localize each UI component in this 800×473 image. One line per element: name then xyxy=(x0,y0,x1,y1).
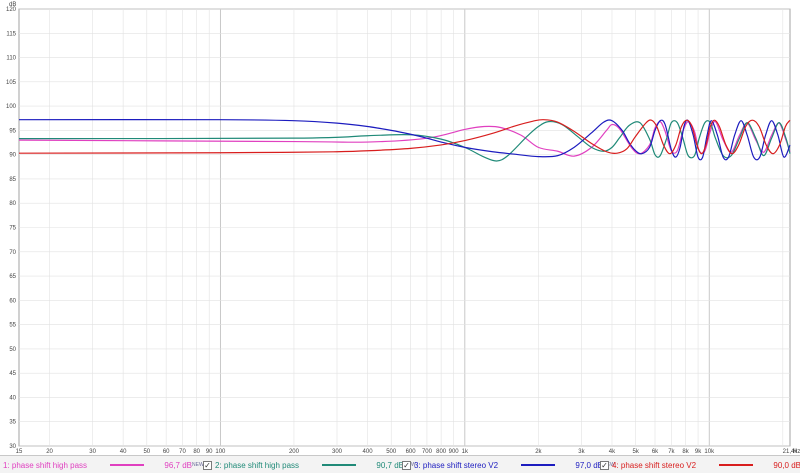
legend-item-2[interactable]: ✓ 2: phase shift high pass 90,7 dBNEW xyxy=(203,459,416,471)
y-tick-label: 45 xyxy=(9,371,16,377)
y-tick-label: 35 xyxy=(9,420,16,426)
y-axis-label: dB xyxy=(9,2,16,8)
legend-bar: 1: phase shift high pass 96,7 dB NEW ✓ 2:… xyxy=(0,455,800,473)
y-tick-label: 40 xyxy=(9,395,16,401)
y-tick-label: 65 xyxy=(9,274,16,280)
legend-label-4: 4: phase shift stereo V2 xyxy=(612,460,697,470)
y-tick-label: 105 xyxy=(6,80,17,86)
y-tick-label: 50 xyxy=(9,347,16,353)
legend-value-2: 90,7 dB xyxy=(376,460,404,470)
legend-item-1[interactable]: 1: phase shift high pass 96,7 dB NEW xyxy=(3,459,204,471)
legend-value-4: 90,0 dB xyxy=(773,460,800,470)
y-tick-label: 110 xyxy=(6,56,16,62)
legend-checkbox-3[interactable]: ✓ xyxy=(402,460,411,470)
legend-label-2: 2: phase shift high pass xyxy=(215,460,300,470)
legend-value-1: 96,7 dB xyxy=(164,460,192,470)
legend-swatch-1 xyxy=(110,464,144,466)
y-tick-label: 100 xyxy=(6,104,17,110)
legend-label-3: 3: phase shift stereo V2 xyxy=(414,460,499,470)
legend-swatch-2 xyxy=(322,464,356,466)
legend-sup-1: NEW xyxy=(192,462,204,468)
legend-checkbox-4[interactable]: ✓ xyxy=(600,460,609,470)
legend-item-3[interactable]: ✓ 3: phase shift stereo V2 97,0 dBNEW xyxy=(402,459,615,471)
y-tick-label: 115 xyxy=(6,31,16,37)
legend-item-4[interactable]: ✓ 4: phase shift stereo V2 90,0 dBNEW xyxy=(600,459,800,471)
legend-checkbox-2[interactable]: ✓ xyxy=(203,460,212,470)
y-tick-label: 55 xyxy=(9,323,16,329)
legend-swatch-3 xyxy=(521,464,555,466)
legend-swatch-4 xyxy=(719,464,753,466)
y-tick-label: 95 xyxy=(9,128,16,134)
y-tick-label: 70 xyxy=(9,250,16,256)
legend-label-1: 1: phase shift high pass xyxy=(3,460,88,470)
y-tick-label: 80 xyxy=(9,201,16,207)
y-tick-label: 90 xyxy=(9,153,16,159)
y-tick-label: 75 xyxy=(9,226,16,232)
y-tick-label: 60 xyxy=(9,298,16,304)
y-tick-label: 85 xyxy=(9,177,16,183)
response-plot[interactable]: 3035404550556065707580859095100105110115… xyxy=(0,0,800,473)
legend-value-3: 97,0 dB xyxy=(575,460,603,470)
